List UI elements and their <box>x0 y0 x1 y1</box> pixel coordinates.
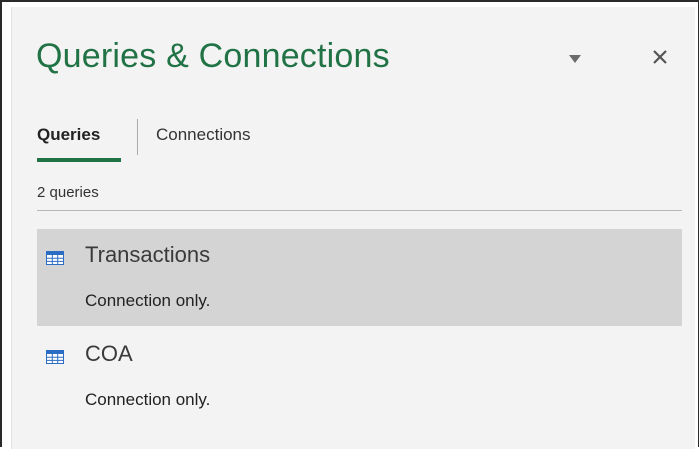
close-icon <box>653 50 667 64</box>
table-icon <box>46 350 64 364</box>
close-button[interactable] <box>649 46 671 68</box>
divider <box>37 210 682 211</box>
tab-queries[interactable]: Queries <box>37 125 100 145</box>
tab-connections[interactable]: Connections <box>156 125 251 145</box>
table-icon <box>46 251 64 265</box>
query-item-coa[interactable]: COA Connection only. <box>37 328 682 425</box>
query-count: 2 queries <box>37 184 99 201</box>
chevron-down-icon <box>569 55 581 63</box>
task-pane-options-button[interactable] <box>567 52 583 64</box>
window-frame: Queries & Connections Queries Connection… <box>0 0 699 449</box>
query-name: Transactions <box>85 242 211 267</box>
query-name: COA <box>85 341 133 366</box>
pane-title: Queries & Connections <box>36 37 390 75</box>
query-status: Connection only. <box>85 291 211 310</box>
queries-connections-pane: Queries & Connections Queries Connection… <box>11 7 695 449</box>
active-tab-indicator <box>37 158 121 162</box>
query-item-transactions[interactable]: Transactions Connection only. <box>37 229 682 326</box>
tab-divider <box>137 119 138 155</box>
query-status: Connection only. <box>85 390 211 409</box>
